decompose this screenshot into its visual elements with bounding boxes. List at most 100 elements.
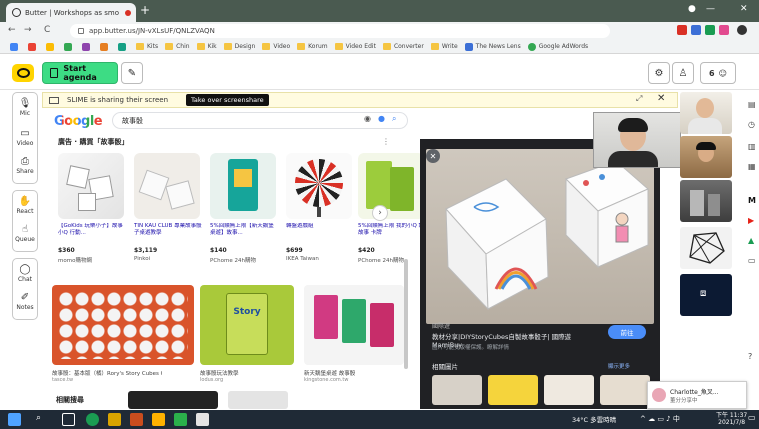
- extension-icon[interactable]: [677, 25, 687, 35]
- video-button[interactable]: ▭ Video: [12, 128, 38, 147]
- close-tab-icon[interactable]: ×: [135, 8, 136, 17]
- share-button[interactable]: ⎙ Share: [12, 156, 38, 175]
- related-image-thumb[interactable]: [432, 375, 482, 405]
- result-caption[interactable]: 故事骰玩法教學: [200, 369, 296, 377]
- close-icon[interactable]: ✕: [657, 93, 665, 104]
- drive-icon[interactable]: ▲: [748, 236, 754, 245]
- product-card[interactable]: TIN KAU CLUB 專業故事骰子桌遊教學 $3,119 Pinkoi: [132, 153, 202, 273]
- start-agenda-button[interactable]: Start agenda: [42, 62, 118, 84]
- bookmark-icon[interactable]: [100, 42, 111, 51]
- participant-video-tile[interactable]: [680, 136, 732, 178]
- close-icon[interactable]: ✕: [426, 149, 440, 163]
- miro-icon[interactable]: M: [748, 196, 756, 205]
- app-icon[interactable]: [152, 413, 165, 426]
- more-options-icon[interactable]: ⋮: [382, 137, 390, 146]
- related-thumb[interactable]: [128, 391, 218, 409]
- preview-image[interactable]: [426, 149, 654, 324]
- settings-button[interactable]: ⚙: [648, 62, 670, 84]
- profile-icon[interactable]: ●: [688, 4, 696, 14]
- bookmark-folder[interactable]: Kik: [196, 43, 217, 50]
- poll-icon[interactable]: ▥: [748, 142, 756, 151]
- page-scrollbar[interactable]: [404, 259, 408, 369]
- mic-button[interactable]: 🎙 Mic: [12, 98, 38, 117]
- windows-start-icon[interactable]: [8, 413, 21, 426]
- bookmark-folder[interactable]: The News Lens: [464, 42, 521, 51]
- participants-button[interactable]: 6 ☺: [700, 62, 736, 84]
- result-image[interactable]: [304, 285, 404, 365]
- chat-button[interactable]: ◯ Chat: [12, 264, 38, 283]
- search-icon[interactable]: ⌕: [36, 413, 49, 426]
- bookmark-icon[interactable]: [82, 42, 93, 51]
- react-button[interactable]: ✋ React: [12, 196, 38, 215]
- visit-button[interactable]: 前往: [608, 325, 646, 339]
- participant-video-tile[interactable]: [680, 180, 732, 222]
- profile-button[interactable]: ♙: [672, 62, 694, 84]
- help-icon[interactable]: ?: [748, 352, 752, 361]
- bookmark-icon[interactable]: [64, 42, 75, 51]
- explorer-icon[interactable]: [108, 413, 121, 426]
- forward-icon[interactable]: →: [24, 25, 32, 35]
- related-image-thumb[interactable]: [488, 375, 538, 405]
- camera-search-icon[interactable]: ◉: [364, 114, 371, 123]
- app-icon[interactable]: [196, 413, 209, 426]
- bookmark-link[interactable]: Google AdWords: [527, 42, 588, 51]
- system-tray-icon[interactable]: ^ ☁ ▭ ♪ 中: [640, 414, 680, 424]
- extension-icon[interactable]: [719, 25, 729, 35]
- google-logo[interactable]: Google: [54, 114, 103, 129]
- bookmark-icon[interactable]: [118, 42, 129, 51]
- extension-icon[interactable]: [691, 25, 701, 35]
- participant-screen-tile[interactable]: ⧈: [680, 274, 732, 316]
- apps-icon[interactable]: [10, 42, 21, 51]
- url-field[interactable]: app.butter.us/JN-vXLsUF/QNLZVAQN: [70, 24, 610, 38]
- queue-button[interactable]: ☝ Queue: [12, 224, 38, 243]
- product-card[interactable]: 【GoKids 玩樂小子】故事小Q 行動... $360 momo購物網: [56, 153, 126, 273]
- product-card[interactable]: 5%回饋無上限 我的小Q 說故事 卡牌 $420 PChome 24h購物: [356, 153, 426, 273]
- related-image-thumb[interactable]: [600, 375, 650, 405]
- window-close-icon[interactable]: ✕: [740, 4, 748, 14]
- bookmark-folder[interactable]: Design: [223, 43, 255, 50]
- participant-video-tile[interactable]: [680, 92, 732, 134]
- grid-icon[interactable]: ▦: [748, 162, 756, 171]
- bookmark-icon[interactable]: [46, 42, 57, 51]
- minimize-icon[interactable]: —: [706, 4, 715, 14]
- youtube-icon[interactable]: ▶: [748, 216, 754, 225]
- bookmark-folder[interactable]: Korum: [297, 43, 328, 50]
- take-over-screenshare-button[interactable]: Take over screenshare: [186, 94, 269, 106]
- notes-side-icon[interactable]: ▤: [748, 100, 756, 109]
- whiteboard-icon[interactable]: ▭: [748, 256, 756, 265]
- chrome-icon[interactable]: [86, 413, 99, 426]
- participant-video-tile[interactable]: [680, 227, 732, 269]
- bookmark-icon[interactable]: [28, 42, 39, 51]
- reload-icon[interactable]: C: [44, 25, 50, 35]
- mic-search-icon[interactable]: ●: [378, 114, 385, 123]
- product-card[interactable]: 5%回饋無上限【新天鵝堡桌遊】故事... $140 PChome 24h購物: [208, 153, 278, 273]
- clock-icon[interactable]: ◷: [748, 120, 755, 129]
- weather-widget[interactable]: 34°C 多雲時晴: [572, 414, 616, 424]
- new-tab-icon[interactable]: +: [140, 3, 150, 17]
- bookmark-folder[interactable]: Chin: [165, 43, 190, 50]
- bookmark-folder[interactable]: Video Edit: [334, 43, 376, 50]
- related-thumb[interactable]: [228, 391, 288, 409]
- bookmark-folder[interactable]: Write: [430, 43, 458, 50]
- butter-logo[interactable]: [12, 64, 34, 82]
- bookmark-folder[interactable]: Video: [262, 43, 290, 50]
- related-image-thumb[interactable]: [544, 375, 594, 405]
- line-icon[interactable]: [174, 413, 187, 426]
- system-clock[interactable]: 下午 11:37 2021/7/8: [716, 412, 747, 426]
- back-icon[interactable]: ←: [8, 25, 16, 35]
- bookmark-folder[interactable]: Kits: [136, 43, 158, 50]
- result-caption[interactable]: 故事骰：基本版（橘）Rory's Story Cubes Originals -…: [52, 369, 162, 377]
- result-image[interactable]: Story: [200, 285, 294, 365]
- show-more-link[interactable]: 顯示更多: [608, 362, 630, 370]
- office-icon[interactable]: [130, 413, 143, 426]
- result-caption[interactable]: 新天鵝堡桌遊 故事骰: [304, 369, 404, 377]
- carousel-next-button[interactable]: ›: [372, 205, 388, 221]
- extension-icon[interactable]: [705, 25, 715, 35]
- participant-notification[interactable]: Charlotte_魚叉... 董分分享中: [647, 381, 747, 409]
- notes-button[interactable]: ✐ Notes: [12, 292, 38, 311]
- search-icon[interactable]: ⌕: [392, 114, 396, 124]
- notification-icon[interactable]: ▭: [748, 413, 756, 422]
- browser-tab[interactable]: Butter | Workshops as smo ×: [6, 3, 136, 22]
- product-card[interactable]: 轉盤遊戲組 $699 IKEA Taiwan: [284, 153, 354, 273]
- result-image[interactable]: [52, 285, 194, 365]
